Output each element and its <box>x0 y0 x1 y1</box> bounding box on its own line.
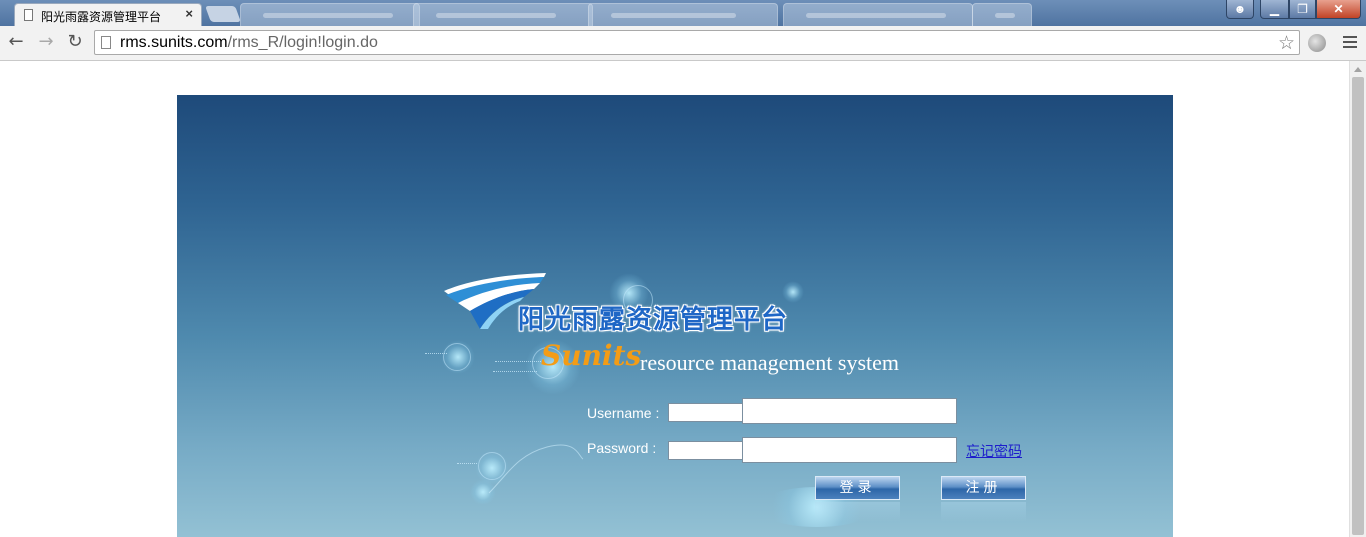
scroll-up-arrow-icon[interactable] <box>1354 67 1362 72</box>
register-button[interactable]: 注册 <box>941 476 1026 500</box>
platform-title-cn: 阳光雨露资源管理平台 <box>518 305 789 335</box>
address-bar[interactable]: rms.sunits.com/rms_R/login!login.do ☆ <box>94 30 1300 55</box>
forgot-password-link[interactable]: 忘记密码 <box>966 441 1022 461</box>
back-button[interactable]: ← <box>5 31 27 53</box>
tab-background[interactable] <box>972 3 1032 26</box>
decor-line <box>495 361 543 363</box>
close-window-button[interactable]: ✕ <box>1316 0 1361 19</box>
page-icon <box>24 9 33 21</box>
new-tab-button[interactable] <box>205 6 241 22</box>
password-input-extended[interactable] <box>742 437 957 463</box>
login-button-reflection <box>815 502 900 522</box>
tab-background[interactable] <box>413 3 593 26</box>
tab-background[interactable] <box>588 3 778 26</box>
register-button-reflection <box>941 502 1026 522</box>
maximize-button[interactable]: ❐ <box>1289 0 1316 19</box>
browser-toolbar: ← → ↻ rms.sunits.com/rms_R/login!login.d… <box>0 26 1366 61</box>
brand-wordmark: Sunits <box>541 339 642 372</box>
decor-line <box>425 353 447 355</box>
decor-line <box>457 463 477 465</box>
page-icon <box>101 36 111 49</box>
forward-button[interactable]: → <box>35 31 57 53</box>
tab-background[interactable] <box>783 3 973 26</box>
minimize-button[interactable]: ▁ <box>1260 0 1289 19</box>
scroll-thumb[interactable] <box>1352 77 1364 535</box>
tab-active[interactable]: 阳光雨露资源管理平台 × <box>14 3 202 26</box>
decor-ring <box>443 343 471 371</box>
url-text[interactable]: rms.sunits.com/rms_R/login!login.do <box>120 34 378 52</box>
login-button[interactable]: 登录 <box>815 476 900 500</box>
password-label: Password : <box>587 440 657 456</box>
user-profile-button[interactable]: ☻ <box>1226 0 1254 19</box>
password-input[interactable] <box>668 441 743 460</box>
tab-close-icon[interactable]: × <box>185 6 193 21</box>
brand-tagline: resource management system <box>640 350 900 375</box>
decor-curve <box>488 444 584 494</box>
bookmark-star-icon[interactable]: ☆ <box>1278 32 1295 54</box>
url-host: rms.sunits.com <box>120 34 228 51</box>
tab-background[interactable] <box>240 3 420 26</box>
vertical-scrollbar[interactable] <box>1349 61 1366 537</box>
username-input-extended[interactable] <box>742 398 957 424</box>
username-label: Username : <box>587 405 660 421</box>
url-path: /rms_R/login!login.do <box>227 34 378 51</box>
menu-icon[interactable] <box>1343 36 1357 48</box>
tab-title: 阳光雨露资源管理平台 <box>41 10 162 24</box>
extension-globe-icon[interactable] <box>1308 34 1326 52</box>
window-titlebar: 阳光雨露资源管理平台 × ☻ ▁ ❐ ✕ <box>0 0 1366 26</box>
decor-line <box>493 371 537 373</box>
username-input[interactable] <box>668 403 743 422</box>
reload-button[interactable]: ↻ <box>64 31 86 53</box>
login-panel: 阳光雨露资源管理平台 Sunits resource management sy… <box>177 95 1173 537</box>
